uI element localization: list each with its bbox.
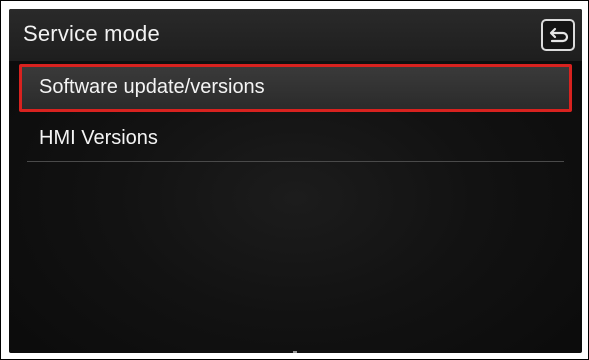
infotainment-screen: Service mode Software update/versions HM… — [9, 9, 582, 353]
menu-item-label: Software update/versions — [39, 76, 265, 98]
screenshot-frame: Service mode Software update/versions HM… — [0, 0, 589, 360]
header-bar: Service mode — [9, 9, 582, 61]
menu-item-label: HMI Versions — [39, 127, 158, 149]
menu-item-software-update[interactable]: Software update/versions — [19, 64, 572, 112]
list-divider — [27, 161, 564, 162]
back-button[interactable] — [541, 19, 575, 51]
bottom-indicator — [293, 351, 297, 353]
back-arrow-icon — [549, 27, 569, 43]
menu-item-hmi-versions[interactable]: HMI Versions — [19, 115, 572, 163]
page-title: Service mode — [23, 21, 160, 46]
